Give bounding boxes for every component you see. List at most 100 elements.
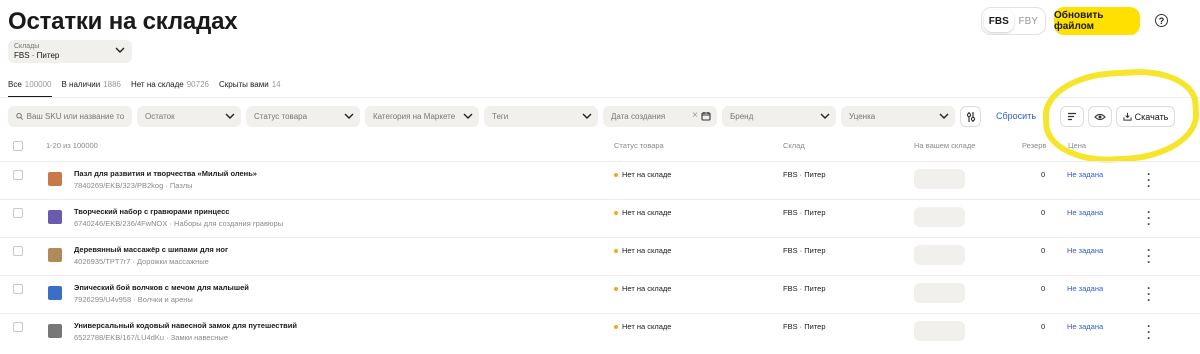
row-reserve: 0 (1041, 284, 1046, 293)
row-warehouse: FBS · Питер (783, 284, 826, 293)
status-badge: Нет на складе (614, 284, 671, 293)
select-all-checkbox[interactable] (13, 141, 23, 151)
warehouse-select-value: FBS · Питер (14, 51, 60, 60)
table-row[interactable]: Деревянный массажёр с шипами для ног 402… (0, 237, 1200, 275)
columns-visibility-button[interactable] (1088, 106, 1112, 127)
row-reserve: 0 (1041, 246, 1046, 255)
row-price-link[interactable]: Не задана (1067, 284, 1103, 293)
row-checkbox[interactable] (13, 322, 23, 332)
your-stock-input[interactable] (914, 207, 965, 227)
more-actions-icon[interactable]: · · · (1146, 206, 1152, 230)
chevron-down-icon (939, 113, 949, 119)
product-name[interactable]: Универсальный кодовый навесной замок для… (74, 321, 297, 330)
product-thumbnail (48, 248, 62, 262)
table-row[interactable]: Пазл для развития и творчества «Милый ол… (0, 161, 1200, 199)
column-price[interactable]: Цена (1068, 141, 1086, 150)
more-actions-icon[interactable]: · · · (1146, 282, 1152, 306)
help-icon[interactable]: ? (1155, 14, 1168, 27)
row-checkbox[interactable] (13, 284, 23, 294)
download-button[interactable]: Скачать (1116, 106, 1175, 127)
update-by-file-button[interactable]: Обновить файлом (1054, 7, 1140, 35)
tab-hidden[interactable]: Скрыты вами 14 (219, 80, 281, 98)
table-header: 1-20 из 100000 Статус товара Склад На ва… (0, 136, 1200, 156)
product-name[interactable]: Пазл для развития и творчества «Милый ол… (74, 169, 257, 178)
chevron-down-icon (463, 113, 473, 119)
status-badge: Нет на складе (614, 208, 671, 217)
tags-filter[interactable]: Теги (484, 106, 598, 127)
reset-filters-link[interactable]: Сбросить (996, 111, 1036, 121)
search-input[interactable]: Ваш SKU или название товара (8, 106, 132, 127)
warehouse-select[interactable]: Склады FBS · Питер (8, 40, 132, 63)
product-sku: 6522788/EKB/167/LU4dKu · Замки навесные (74, 333, 228, 342)
your-stock-input[interactable] (914, 283, 965, 303)
more-actions-icon[interactable]: · · · (1146, 320, 1152, 344)
tab-all[interactable]: Все 100000 (8, 80, 52, 98)
product-name[interactable]: Творческий набор с гравюрами принцесс (74, 207, 229, 216)
fulfillment-mode-toggle[interactable]: FBS FBY (981, 7, 1046, 35)
row-warehouse: FBS · Питер (783, 208, 826, 217)
product-sku: 6740246/EKB/236/4FwNOX · Наборы для созд… (74, 219, 284, 228)
row-warehouse: FBS · Питер (783, 170, 826, 179)
status-dot (614, 172, 618, 177)
table-row[interactable]: Творческий набор с гравюрами принцесс 67… (0, 199, 1200, 237)
sliders-icon (966, 111, 975, 122)
chevron-down-icon (582, 113, 592, 119)
stock-filter[interactable]: Остаток (137, 106, 241, 127)
row-warehouse: FBS · Питер (783, 322, 826, 331)
page-title: Остатки на складах (8, 8, 238, 35)
eye-icon (1094, 113, 1106, 120)
column-reserve: Резерв (1022, 141, 1047, 150)
chevron-down-icon (115, 47, 125, 53)
rating-filter[interactable]: Уценка (841, 106, 955, 127)
status-dot (614, 248, 618, 253)
product-name[interactable]: Эпический бой волчков с мечом для малыше… (74, 283, 249, 292)
download-icon (1123, 112, 1132, 121)
mode-fbs[interactable]: FBS (984, 10, 1014, 32)
row-price-link[interactable]: Не задана (1067, 208, 1103, 217)
row-warehouse: FBS · Питер (783, 246, 826, 255)
your-stock-input[interactable] (914, 169, 965, 189)
row-price-link[interactable]: Не задана (1067, 246, 1103, 255)
product-thumbnail (48, 210, 62, 224)
your-stock-input[interactable] (914, 245, 965, 265)
clear-icon[interactable]: × (692, 110, 698, 121)
chevron-down-icon (344, 113, 354, 119)
status-dot (614, 210, 618, 215)
tab-out-of-stock[interactable]: Нет на складе 90726 (131, 80, 209, 98)
status-dot (614, 286, 618, 291)
created-date-filter[interactable]: Дата создания × (603, 106, 717, 127)
your-stock-input[interactable] (914, 321, 965, 341)
row-checkbox[interactable] (13, 208, 23, 218)
table-row[interactable]: Эпический бой волчков с мечом для малыше… (0, 275, 1200, 313)
row-reserve: 0 (1041, 322, 1046, 331)
product-thumbnail (48, 286, 62, 300)
product-sku: 7840269/EKB/323/PB2kog · Пазлы (74, 181, 193, 190)
status-badge: Нет на складе (614, 170, 671, 179)
table-row[interactable]: Универсальный кодовый навесной замок для… (0, 313, 1200, 351)
product-name[interactable]: Деревянный массажёр с шипами для ног (74, 245, 228, 254)
sort-button[interactable] (1060, 106, 1084, 127)
status-filter[interactable]: Статус товара (246, 106, 360, 127)
sort-icon (1068, 112, 1076, 121)
column-your-stock: На вашем складе (914, 141, 976, 150)
calendar-icon (701, 112, 711, 121)
chevron-down-icon (820, 113, 830, 119)
filter-settings-button[interactable] (960, 106, 981, 127)
row-checkbox[interactable] (13, 170, 23, 180)
more-actions-icon[interactable]: · · · (1146, 168, 1152, 192)
row-checkbox[interactable] (13, 246, 23, 256)
tabs-divider (0, 97, 1200, 98)
product-thumbnail (48, 324, 62, 338)
warehouse-select-label: Склады (14, 43, 40, 50)
product-thumbnail (48, 172, 62, 186)
row-price-link[interactable]: Не задана (1067, 322, 1103, 331)
row-price-link[interactable]: Не задана (1067, 170, 1103, 179)
row-reserve: 0 (1041, 170, 1046, 179)
mode-fby[interactable]: FBY (1014, 10, 1044, 32)
product-sku: 7926299/U4v958 · Волчки и арены (74, 295, 193, 304)
search-icon (16, 112, 24, 120)
more-actions-icon[interactable]: · · · (1146, 244, 1152, 268)
brand-filter[interactable]: Бренд (722, 106, 836, 127)
category-filter[interactable]: Категория на Маркете (365, 106, 479, 127)
tab-in-stock[interactable]: В наличии 1886 (62, 80, 121, 98)
